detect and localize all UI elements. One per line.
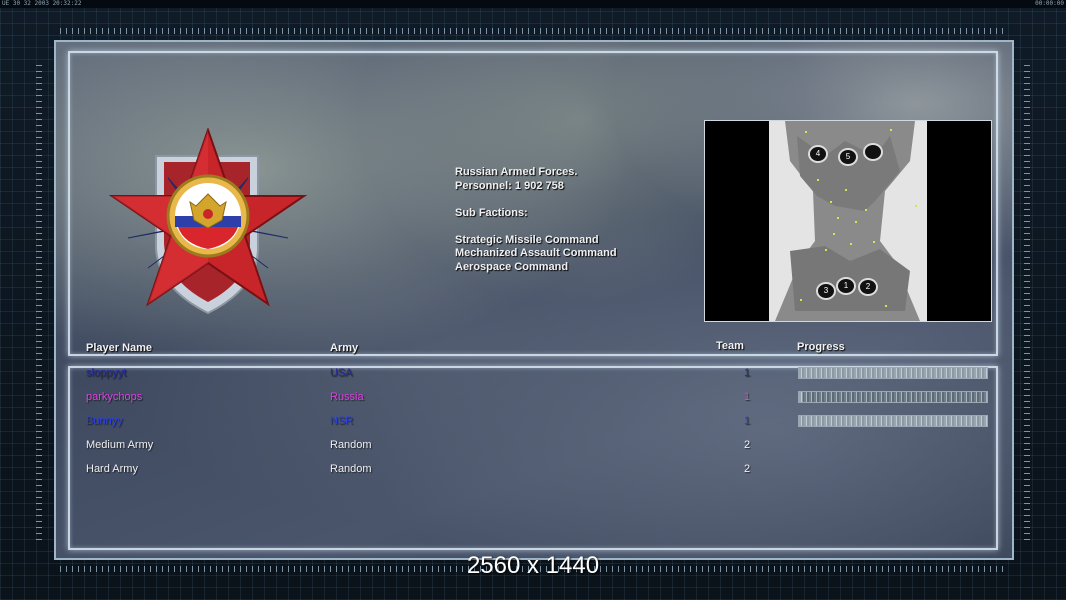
faction-emblem-icon (108, 128, 308, 315)
faction-line (455, 220, 617, 234)
header-army: Army (330, 342, 359, 354)
player-army[interactable]: Random (330, 439, 372, 451)
player-name: Medium Army (86, 439, 154, 451)
system-bar: UE 30 32 2003 20:32:22 00:00:00 (0, 0, 1066, 8)
player-team[interactable]: 2 (744, 439, 750, 451)
faction-line: Strategic Missile Command (455, 233, 599, 246)
faction-description: Russian Armed Forces. Personnel: 1 902 7… (455, 166, 617, 274)
player-army[interactable]: Russia (330, 391, 364, 403)
player-team[interactable]: 1 (744, 391, 750, 403)
player-name: Bunnyy (86, 415, 123, 427)
load-progress-bar (798, 415, 988, 427)
top-ruler (60, 28, 1006, 34)
start-position-marker[interactable]: 3 (816, 282, 836, 300)
player-team[interactable]: 1 (744, 367, 750, 379)
system-clock: 00:00:00 (1035, 0, 1064, 7)
faction-line: Mechanized Assault Command (455, 247, 617, 259)
faction-line: Sub Factions: (455, 206, 528, 219)
left-ruler (36, 60, 42, 540)
player-team[interactable]: 2 (744, 463, 750, 475)
player-army[interactable]: NSR (330, 415, 353, 427)
start-position-marker[interactable]: 4 (808, 145, 828, 163)
right-ruler (1024, 60, 1030, 540)
faction-line: Aerospace Command (455, 260, 569, 273)
header-player-name: Player Name (86, 342, 153, 354)
start-position-marker[interactable]: 5 (838, 148, 858, 166)
load-progress-bar (798, 391, 988, 403)
player-name: Hard Army (86, 463, 138, 475)
faction-line: Russian Armed Forces. (455, 166, 578, 178)
header-team: Team (716, 340, 744, 352)
start-position-marker[interactable]: 1 (836, 277, 856, 295)
map-preview[interactable]: 4 5 3 1 2 (704, 120, 992, 322)
faction-line: Personnel: 1 902 758 (455, 179, 564, 192)
load-progress-bar (798, 367, 988, 379)
player-army[interactable]: Random (330, 463, 372, 475)
header-progress: Progress (797, 341, 845, 353)
player-name: parkychops (86, 391, 143, 403)
faction-line (455, 193, 617, 207)
start-position-marker[interactable]: 2 (858, 278, 878, 296)
resolution-label: 2560 x 1440 (466, 552, 600, 579)
player-team[interactable]: 1 (744, 415, 750, 427)
start-position-marker[interactable] (863, 143, 883, 161)
player-army[interactable]: USA (330, 367, 353, 379)
system-info-text: UE 30 32 2003 20:32:22 (2, 0, 82, 7)
player-name: sloppyyt (86, 367, 127, 379)
